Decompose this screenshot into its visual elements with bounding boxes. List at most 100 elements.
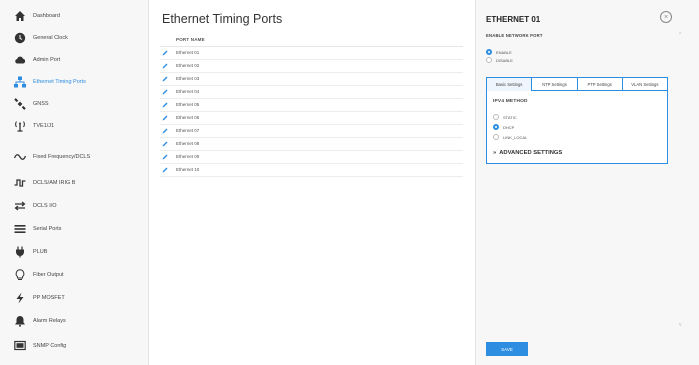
antenna-icon — [14, 120, 26, 132]
table-row[interactable]: Ethernet 03 — [160, 73, 463, 86]
disable-radio[interactable] — [486, 57, 492, 63]
clock-icon — [14, 32, 26, 44]
pencil-icon[interactable] — [162, 102, 168, 108]
scroll-up-icon[interactable]: ^ — [679, 32, 681, 38]
plug-icon — [14, 246, 26, 258]
sidebar-item-fiber-output[interactable]: Fiber Output — [0, 264, 148, 286]
tab-ntp-settings[interactable]: NTP Settings — [532, 78, 578, 91]
tab-basic-settings[interactable]: Basic Settings — [487, 78, 533, 91]
dhcp-radio-label: DHCP — [503, 125, 515, 130]
serial-icon — [14, 223, 26, 235]
pencil-icon[interactable] — [162, 89, 168, 95]
port-name: Ethernet 04 — [176, 89, 200, 94]
pencil-icon[interactable] — [162, 115, 168, 121]
close-icon[interactable]: × — [660, 11, 672, 23]
static-radio[interactable] — [493, 114, 499, 120]
settings-tabs: Basic Settings NTP Settings PTP Settings… — [486, 77, 668, 164]
scroll-down-icon[interactable]: v — [679, 322, 682, 328]
port-name: Ethernet 09 — [176, 154, 200, 159]
sidebar: Dashboard General Clock Admin Port Ether… — [0, 0, 149, 365]
sidebar-item-label: TVE1/J1 — [33, 123, 55, 129]
table-row[interactable]: Ethernet 10 — [160, 164, 463, 177]
sidebar-item-label: Fixed Frequency/DCLS — [33, 154, 91, 160]
sidebar-item-label: DCLS I/O — [33, 203, 57, 209]
port-name: Ethernet 03 — [176, 76, 200, 81]
sidebar-item-label: GNSS — [33, 101, 49, 107]
sidebar-item-label: PP MOSFET — [33, 295, 65, 301]
table-row[interactable]: Ethernet 01 — [160, 47, 463, 60]
sidebar-item-ethernet-timing-ports[interactable]: Ethernet Timing Ports — [0, 71, 148, 93]
cloud-icon — [14, 54, 26, 66]
arrows-icon — [14, 200, 26, 212]
sidebar-item-general-clock[interactable]: General Clock — [0, 27, 148, 49]
sidebar-item-dashboard[interactable]: Dashboard — [0, 5, 148, 27]
table-row[interactable]: Ethernet 08 — [160, 138, 463, 151]
port-name: Ethernet 01 — [176, 50, 200, 55]
port-name: Ethernet 02 — [176, 63, 200, 68]
pencil-icon[interactable] — [162, 167, 168, 173]
save-button[interactable]: SAVE — [486, 342, 528, 356]
tab-ptp-settings[interactable]: PTP Settings — [577, 78, 623, 91]
sidebar-item-label: PLUB — [33, 249, 48, 255]
sidebar-item-dcls-am-irig-b[interactable]: DCLS/AM IRIG B — [0, 172, 148, 194]
sidebar-item-serial-ports[interactable]: Serial Ports — [0, 218, 148, 240]
tab-bar: Basic Settings NTP Settings PTP Settings… — [487, 78, 667, 91]
network-icon — [14, 76, 26, 88]
sidebar-item-label: Admin Port — [33, 57, 61, 63]
sidebar-item-label: Dashboard — [33, 13, 60, 19]
table-row[interactable]: Ethernet 05 — [160, 99, 463, 112]
pencil-icon[interactable] — [162, 128, 168, 134]
ipv4-method-label: IPV4 METHOD — [493, 99, 528, 104]
link-local-radio-label: LINK_LOCAL — [503, 135, 528, 140]
sidebar-item-alarm-relays[interactable]: Alarm Relays — [0, 310, 148, 332]
pencil-icon[interactable] — [162, 50, 168, 56]
sidebar-item-plub[interactable]: PLUB — [0, 241, 148, 263]
panel-title: ETHERNET 01 — [486, 15, 541, 24]
table-row[interactable]: Ethernet 02 — [160, 60, 463, 73]
sidebar-item-admin-port[interactable]: Admin Port — [0, 49, 148, 71]
advanced-settings-label: ADVANCED SETTINGS — [499, 150, 563, 156]
bulb-icon — [14, 269, 26, 281]
sidebar-item-tve1j1[interactable]: TVE1/J1 — [0, 115, 148, 137]
port-name: Ethernet 06 — [176, 115, 200, 120]
advanced-settings-toggle[interactable]: » ADVANCED SETTINGS — [493, 150, 562, 156]
sidebar-item-dcls-io[interactable]: DCLS I/O — [0, 195, 148, 217]
port-name: Ethernet 05 — [176, 102, 200, 107]
tab-vlan-settings[interactable]: VLAN Settings — [622, 78, 667, 91]
port-name: Ethernet 08 — [176, 141, 200, 146]
sidebar-item-label: Alarm Relays — [33, 318, 66, 324]
bell-icon — [14, 315, 26, 327]
column-header-port-name: PORT NAME — [176, 37, 205, 42]
pulse-icon — [14, 177, 26, 189]
port-name: Ethernet 07 — [176, 128, 200, 133]
sidebar-item-gnss[interactable]: GNSS — [0, 93, 148, 115]
table-row[interactable]: Ethernet 09 — [160, 151, 463, 164]
chevron-right-icon: » — [493, 150, 497, 156]
sidebar-item-fixed-frequency-dcls[interactable]: Fixed Frequency/DCLS — [0, 146, 148, 168]
table-row[interactable]: Ethernet 07 — [160, 125, 463, 138]
home-icon — [14, 10, 26, 22]
pencil-icon[interactable] — [162, 141, 168, 147]
satellite-icon — [14, 98, 26, 110]
pencil-icon[interactable] — [162, 154, 168, 160]
sidebar-item-label: DCLS/AM IRIG B — [33, 180, 76, 186]
wave-icon — [14, 151, 26, 163]
page-title: Ethernet Timing Ports — [162, 12, 283, 26]
enable-network-port-label: ENABLE NETWORK PORT — [486, 33, 543, 38]
enable-radio[interactable] — [486, 49, 492, 55]
disable-radio-label: DISABLE — [496, 58, 513, 63]
sidebar-item-snmp-config[interactable]: SNMP Config — [0, 335, 148, 357]
static-radio-label: STATIC — [503, 115, 517, 120]
sidebar-item-pp-mosfet[interactable]: PP MOSFET — [0, 287, 148, 309]
sidebar-item-label: Serial Ports — [33, 226, 62, 232]
pencil-icon[interactable] — [162, 76, 168, 82]
dhcp-radio[interactable] — [493, 124, 499, 130]
sidebar-item-label: SNMP Config — [33, 343, 67, 349]
pencil-icon[interactable] — [162, 63, 168, 69]
monitor-icon — [14, 340, 26, 352]
table-row[interactable]: Ethernet 04 — [160, 86, 463, 99]
sidebar-item-label: Fiber Output — [33, 272, 64, 278]
table-row[interactable]: Ethernet 06 — [160, 112, 463, 125]
sidebar-item-label: Ethernet Timing Ports — [33, 79, 86, 85]
link-local-radio[interactable] — [493, 134, 499, 140]
